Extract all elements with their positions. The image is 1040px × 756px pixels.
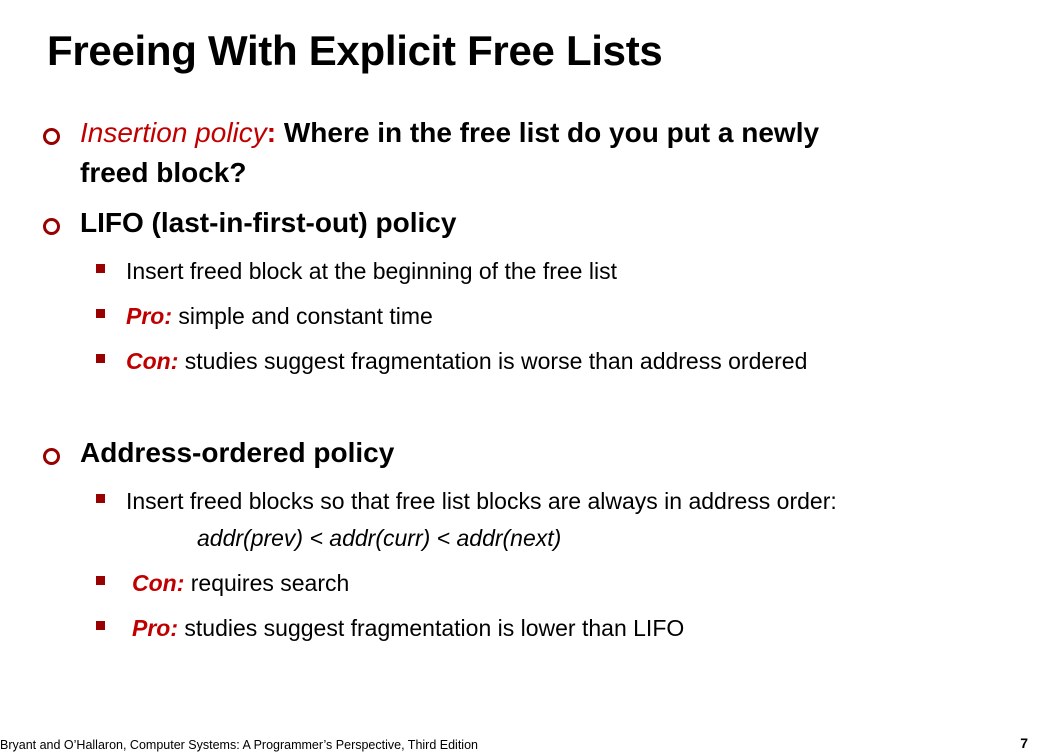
lifo-item-text: Insert freed block at the beginning of t… bbox=[126, 258, 617, 284]
address-item-insert: Insert freed blocks so that free list bl… bbox=[126, 488, 837, 514]
lifo-con-text: studies suggest fragmentation is worse t… bbox=[178, 348, 808, 374]
square-bullet bbox=[96, 576, 105, 585]
square-bullet bbox=[96, 354, 105, 363]
lifo-pro-text: simple and constant time bbox=[172, 303, 433, 329]
lifo-item-insert: Insert freed block at the beginning of t… bbox=[126, 256, 617, 286]
square-bullet bbox=[96, 309, 105, 318]
lifo-item-pro: Pro: simple and constant time bbox=[126, 301, 433, 331]
insertion-policy-question: Where in the free list do you put a newl… bbox=[276, 117, 820, 148]
page-number: 7 bbox=[1020, 735, 1028, 751]
address-con-text: requires search bbox=[184, 570, 350, 596]
insertion-policy-line1: Insertion policy: Where in the free list… bbox=[80, 113, 819, 153]
address-item-pro: Pro: studies suggest fragmentation is lo… bbox=[132, 613, 684, 643]
address-item-con: Con: requires search bbox=[132, 568, 349, 598]
address-heading: Address-ordered policy bbox=[80, 437, 395, 468]
insertion-policy-line2: freed block? bbox=[80, 157, 247, 188]
square-bullet bbox=[96, 264, 105, 273]
address-pro-text: studies suggest fragmentation is lower t… bbox=[178, 615, 685, 641]
square-bullet bbox=[96, 494, 105, 503]
slide-title: Freeing With Explicit Free Lists bbox=[47, 27, 663, 74]
slide-footer: Bryant and O’Hallaron, Computer Systems:… bbox=[0, 738, 478, 752]
con-label: Con: bbox=[132, 570, 185, 596]
circle-bullet bbox=[43, 128, 60, 145]
insertion-policy-term: Insertion policy bbox=[80, 117, 267, 148]
insertion-policy-colon: : bbox=[266, 117, 277, 148]
pro-label: Pro: bbox=[132, 615, 178, 641]
circle-bullet bbox=[43, 218, 60, 235]
lifo-heading: LIFO (last-in-first-out) policy bbox=[80, 207, 457, 238]
con-label: Con: bbox=[126, 348, 179, 374]
pro-label: Pro: bbox=[126, 303, 172, 329]
lifo-item-con: Con: studies suggest fragmentation is wo… bbox=[126, 346, 807, 376]
circle-bullet bbox=[43, 448, 60, 465]
square-bullet bbox=[96, 621, 105, 630]
address-formula: addr(prev) < addr(curr) < addr(next) bbox=[197, 525, 562, 551]
